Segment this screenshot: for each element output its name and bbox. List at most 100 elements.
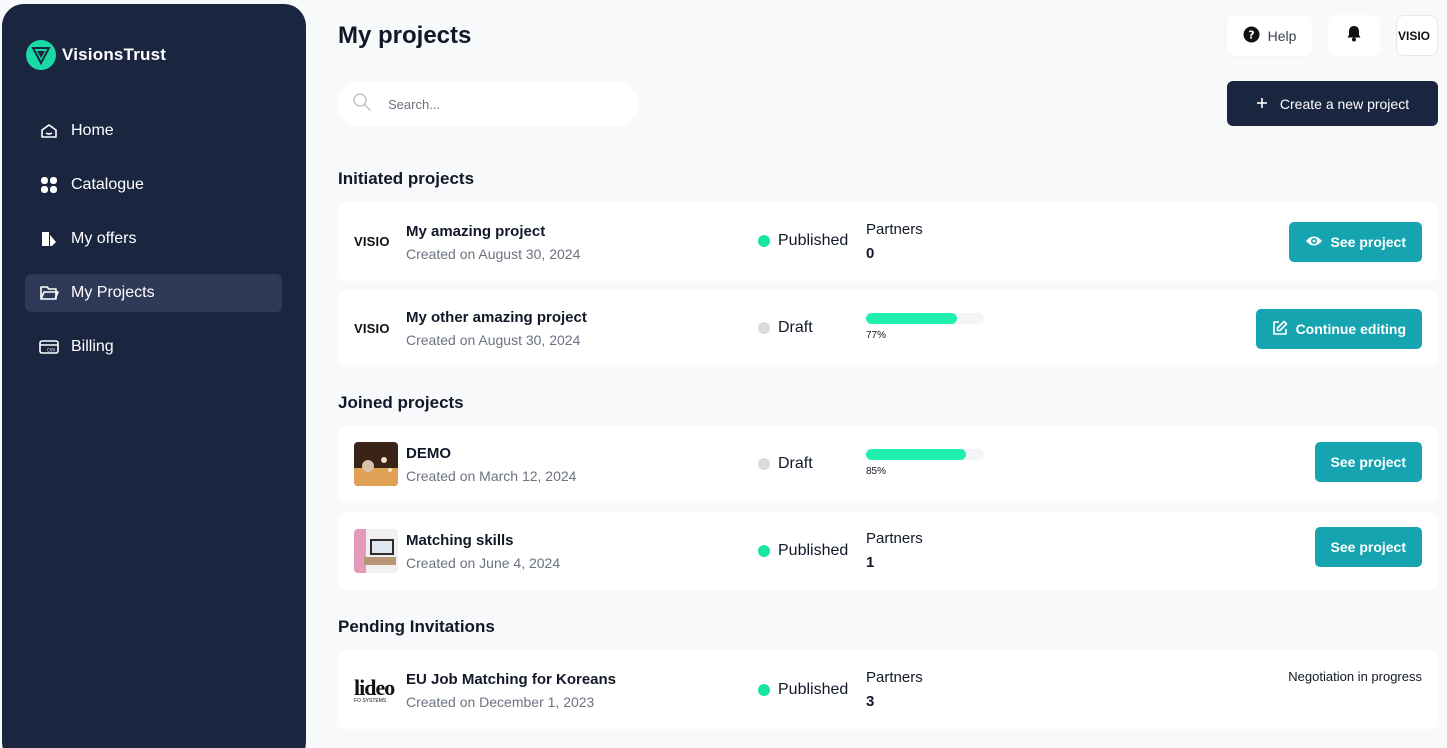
sidebar-item-my-projects[interactable]: My Projects xyxy=(25,274,282,312)
project-logo: VISIO xyxy=(354,306,398,350)
progress-text: 85% xyxy=(866,466,887,477)
partners-count: 3 xyxy=(866,693,875,710)
partners-label: Partners xyxy=(866,221,923,238)
status-badge: Draft xyxy=(758,319,813,337)
project-title[interactable]: Matching skills xyxy=(406,532,514,549)
home-icon xyxy=(39,121,59,141)
eye-icon xyxy=(1305,234,1323,250)
sidebar-item-my-offers[interactable]: My offers xyxy=(25,220,282,258)
project-card: Matching skills Created on June 4, 2024 … xyxy=(338,512,1438,590)
project-date: Created on August 30, 2024 xyxy=(406,246,581,262)
help-icon: ? xyxy=(1243,26,1260,46)
bell-icon xyxy=(1346,24,1362,47)
help-button[interactable]: ? Help xyxy=(1227,15,1312,56)
page-title: My projects xyxy=(338,22,472,49)
grid-icon xyxy=(39,175,59,195)
progress-text: 77% xyxy=(866,330,887,341)
avatar-text: VISIO xyxy=(1398,28,1431,43)
project-logo: VISIO xyxy=(354,219,398,263)
status-dot xyxy=(758,458,770,470)
see-project-label: See project xyxy=(1330,539,1406,555)
see-project-button[interactable]: See project xyxy=(1288,222,1422,262)
status-badge: Published xyxy=(758,542,848,560)
sidebar-item-label: Catalogue xyxy=(71,176,144,193)
project-logo: lideo FO SYSTEMS xyxy=(354,668,398,712)
status-dot xyxy=(758,322,770,334)
project-thumbnail xyxy=(354,442,398,486)
see-project-button[interactable]: See project xyxy=(1314,442,1422,482)
see-project-button[interactable]: See project xyxy=(1314,527,1422,567)
continue-editing-label: Continue editing xyxy=(1295,321,1406,337)
project-card: DEMO Created on March 12, 2024 Draft 85%… xyxy=(338,426,1438,503)
project-thumbnail xyxy=(354,529,398,573)
negotiation-status: Negotiation in progress xyxy=(1288,669,1422,684)
sidebar-item-billing[interactable]: CVV Billing xyxy=(25,328,282,366)
search-box[interactable] xyxy=(338,82,638,126)
project-logo-text: VISIO xyxy=(354,320,390,336)
project-card: VISIO My amazing project Created on Augu… xyxy=(338,202,1438,281)
project-title[interactable]: EU Job Matching for Koreans xyxy=(406,671,616,688)
project-logo-text: lideo xyxy=(354,674,395,700)
status-dot xyxy=(758,684,770,696)
see-project-label: See project xyxy=(1330,454,1406,470)
project-logo-subtext: FO SYSTEMS xyxy=(354,697,387,704)
section-title-pending: Pending Invitations xyxy=(338,617,495,636)
project-title[interactable]: My other amazing project xyxy=(406,309,587,326)
status-label: Published xyxy=(778,232,849,249)
status-dot xyxy=(758,545,770,557)
edit-icon xyxy=(1272,320,1288,339)
svg-text:?: ? xyxy=(1248,28,1254,41)
create-project-button[interactable]: Create a new project xyxy=(1227,81,1438,126)
top-actions: ? Help VISIO xyxy=(1227,15,1438,56)
status-badge: Published xyxy=(758,681,848,699)
sidebar-item-catalogue[interactable]: Catalogue xyxy=(25,166,282,204)
sidebar-item-home[interactable]: Home xyxy=(25,112,282,150)
progress-bar xyxy=(866,313,984,324)
notifications-button[interactable] xyxy=(1328,15,1380,56)
progress-fill xyxy=(866,449,967,460)
project-date: Created on August 30, 2024 xyxy=(406,332,581,348)
partners-label: Partners xyxy=(866,669,923,686)
sidebar-item-label: My Projects xyxy=(71,284,155,301)
sidebar: VisionsTrust Home Catalogue My offers My… xyxy=(2,4,306,748)
svg-text:CVV: CVV xyxy=(47,348,56,353)
search-icon xyxy=(352,92,372,117)
offers-icon xyxy=(39,229,59,249)
plus-icon xyxy=(1256,96,1268,112)
help-label: Help xyxy=(1267,27,1297,44)
sidebar-nav: Home Catalogue My offers My Projects CVV… xyxy=(25,112,282,382)
status-label: Published xyxy=(778,542,849,559)
status-label: Published xyxy=(778,681,849,698)
avatar[interactable]: VISIO xyxy=(1396,15,1438,56)
partners-count: 0 xyxy=(866,245,875,262)
status-badge: Draft xyxy=(758,455,813,473)
see-project-label: See project xyxy=(1330,234,1406,250)
project-title[interactable]: DEMO xyxy=(406,445,451,462)
sidebar-item-label: Billing xyxy=(71,338,114,355)
folder-icon xyxy=(39,283,59,303)
status-badge: Published xyxy=(758,232,848,250)
status-dot xyxy=(758,235,770,247)
project-date: Created on March 12, 2024 xyxy=(406,468,577,484)
status-label: Draft xyxy=(778,455,813,472)
continue-editing-button[interactable]: Continue editing xyxy=(1255,309,1422,349)
project-title[interactable]: My amazing project xyxy=(406,223,545,240)
section-title-initiated: Initiated projects xyxy=(338,169,475,188)
project-card: lideo FO SYSTEMS EU Job Matching for Kor… xyxy=(338,650,1438,729)
partners-count: 1 xyxy=(866,554,875,571)
search-input[interactable] xyxy=(388,96,608,112)
project-logo-text: VISIO xyxy=(354,233,390,249)
progress-fill xyxy=(866,313,957,324)
progress-bar xyxy=(866,449,984,460)
status-label: Draft xyxy=(778,319,813,336)
brand-logo[interactable]: VisionsTrust xyxy=(26,40,166,70)
billing-icon: CVV xyxy=(39,337,59,357)
project-card: VISIO My other amazing project Created o… xyxy=(338,290,1438,367)
project-date: Created on June 4, 2024 xyxy=(406,555,561,571)
brand-name: VisionsTrust xyxy=(62,45,167,64)
visionstrust-logo-icon xyxy=(26,40,56,70)
project-date: Created on December 1, 2023 xyxy=(406,694,595,710)
section-title-joined: Joined projects xyxy=(338,393,464,412)
create-project-label: Create a new project xyxy=(1279,95,1410,112)
partners-label: Partners xyxy=(866,530,923,547)
